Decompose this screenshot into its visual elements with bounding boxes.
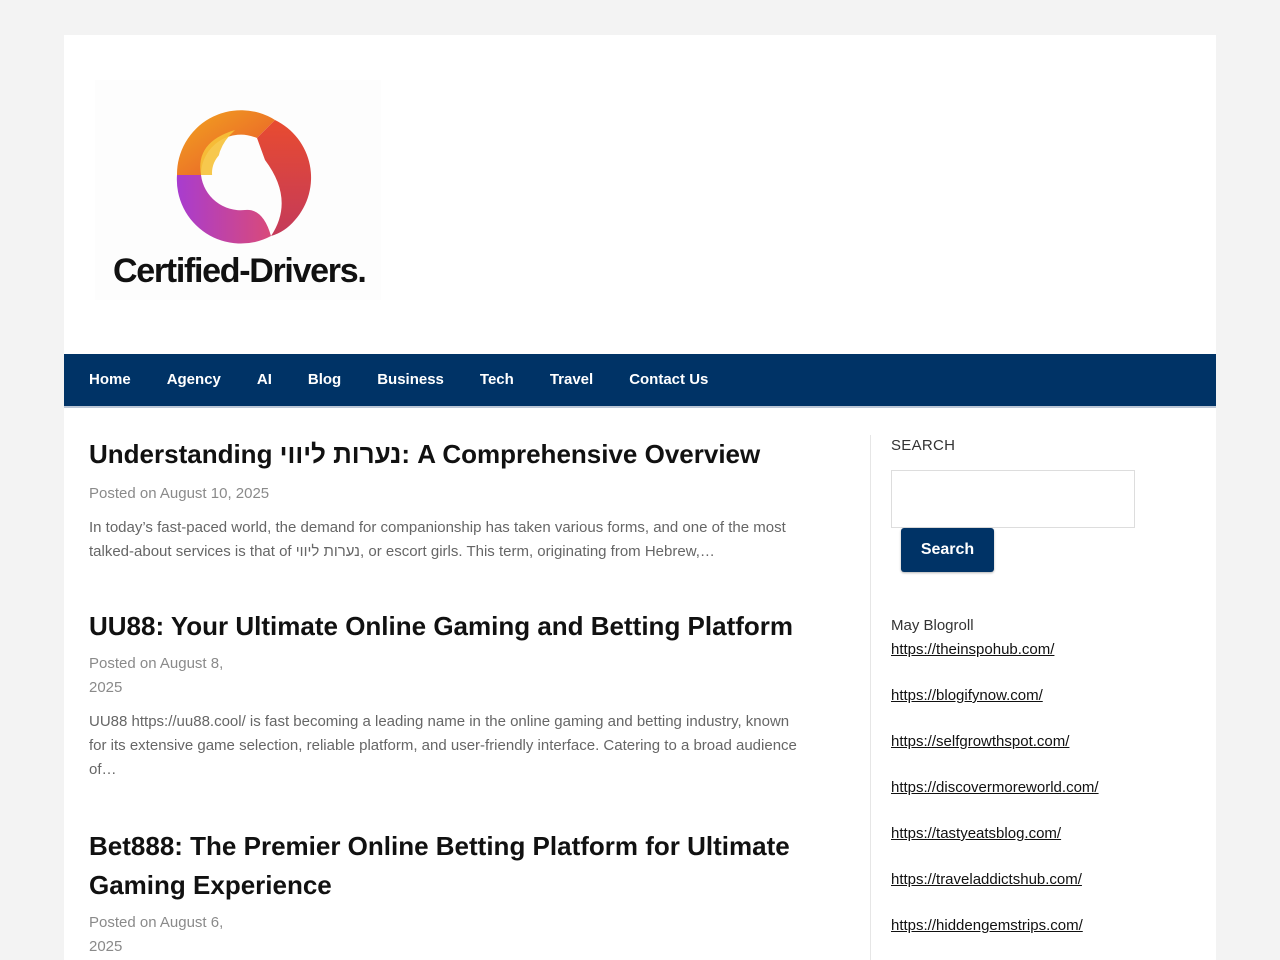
nav-item-home[interactable]: Home — [89, 354, 131, 406]
post-title[interactable]: UU88: Your Ultimate Online Gaming and Be… — [89, 607, 809, 646]
search-button[interactable]: Search — [901, 528, 994, 572]
content-divider — [870, 435, 871, 960]
blogroll-link[interactable]: https://tastyeatsblog.com/ — [891, 825, 1061, 842]
post-date: Posted on August 10, 2025 — [89, 485, 270, 502]
nav-item-contact-us[interactable]: Contact Us — [629, 354, 708, 406]
nav-item-ai[interactable]: AI — [257, 354, 272, 406]
logo-text: Certified-Drivers. — [113, 252, 367, 290]
post-date: Posted on August 8, 2025 — [89, 655, 224, 696]
post-item: Understanding נערות ליווי: A Comprehensi… — [89, 435, 809, 564]
nav-item-agency[interactable]: Agency — [167, 354, 221, 406]
blogroll-link[interactable]: https://blogifynow.com/ — [891, 687, 1043, 704]
site-logo[interactable]: Certified-Drivers. — [95, 80, 381, 300]
blogroll-link[interactable]: https://discovermoreworld.com/ — [891, 779, 1099, 796]
post-title[interactable]: Understanding נערות ליווי: A Comprehensi… — [89, 435, 809, 474]
blogroll-link[interactable]: https://hiddengemstrips.com/ — [891, 917, 1083, 934]
blogroll-link[interactable]: https://theinspohub.com/ — [891, 641, 1054, 658]
search-input[interactable] — [891, 470, 1135, 528]
post-item: UU88: Your Ultimate Online Gaming and Be… — [89, 607, 809, 782]
search-widget-title: SEARCH — [891, 437, 956, 454]
sidebar: SEARCH Search May Blogroll https://thein… — [891, 435, 1191, 934]
post-item: Bet888: The Premier Online Betting Platf… — [89, 827, 809, 959]
blogroll-title: May Blogroll — [891, 617, 974, 634]
blogroll-link[interactable]: https://selfgrowthspot.com/ — [891, 733, 1069, 750]
site-container: Certified-Drivers. Home Agency AI Blog B… — [64, 35, 1216, 960]
post-date: Posted on August 6, 2025 — [89, 914, 224, 955]
site-header: Certified-Drivers. — [64, 35, 1216, 354]
nav-item-blog[interactable]: Blog — [308, 354, 341, 406]
nav-item-business[interactable]: Business — [377, 354, 444, 406]
post-title[interactable]: Bet888: The Premier Online Betting Platf… — [89, 827, 809, 905]
post-excerpt: UU88 https://uu88.cool/ is fast becoming… — [89, 713, 797, 778]
logo-swirl-icon — [176, 110, 312, 244]
post-excerpt: In today’s fast-paced world, the demand … — [89, 519, 786, 560]
nav-item-tech[interactable]: Tech — [480, 354, 514, 406]
blogroll-widget: May Blogroll https://theinspohub.com/ ht… — [891, 614, 1191, 960]
nav-item-travel[interactable]: Travel — [550, 354, 593, 406]
blogroll-link[interactable]: https://traveladdictshub.com/ — [891, 871, 1082, 888]
main-nav: Home Agency AI Blog Business Tech Travel… — [64, 354, 1216, 408]
